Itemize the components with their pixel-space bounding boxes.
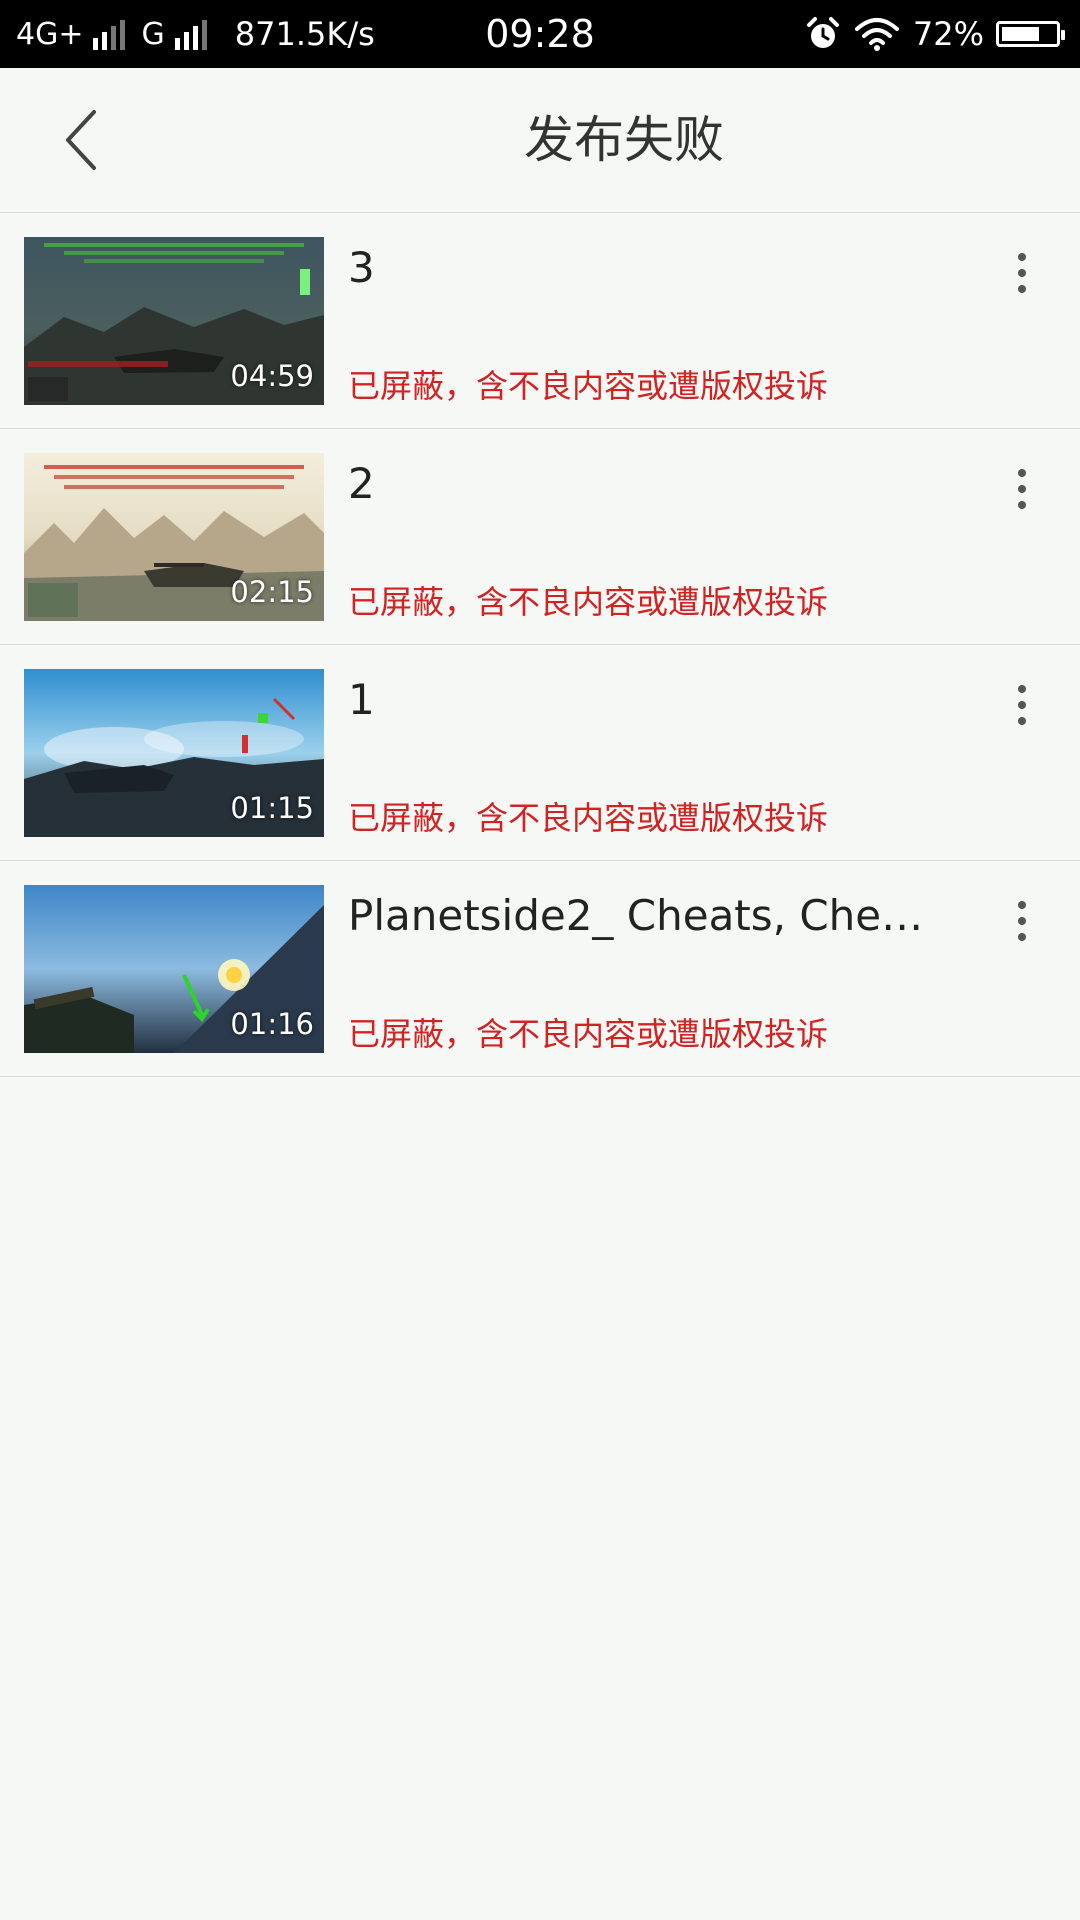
video-thumbnail[interactable]: 04:59	[24, 237, 324, 405]
video-thumbnail[interactable]: 02:15	[24, 453, 324, 621]
list-item[interactable]: 02:15 2 已屏蔽，含不良内容或遭版权投诉	[0, 429, 1080, 645]
list-item[interactable]: 01:16 Planetside2_ Cheats, Cheats, Cheat…	[0, 861, 1080, 1077]
more-dot	[1018, 501, 1026, 509]
more-dot	[1018, 285, 1026, 293]
more-dot	[1018, 469, 1026, 477]
battery-fill	[1002, 27, 1040, 41]
video-thumbnail[interactable]: 01:16	[24, 885, 324, 1053]
wifi-icon	[854, 17, 899, 51]
more-options-button[interactable]	[1000, 455, 1044, 523]
more-dot	[1018, 917, 1026, 925]
video-title: 2	[348, 459, 375, 508]
more-options-button[interactable]	[1000, 887, 1044, 955]
list-item[interactable]: 04:59 3 已屏蔽，含不良内容或遭版权投诉	[0, 213, 1080, 429]
battery-percent: 72%	[912, 15, 984, 53]
battery-icon	[996, 21, 1065, 47]
alarm-icon	[805, 16, 841, 52]
header: 发布失败	[0, 68, 1080, 213]
more-dot	[1018, 901, 1026, 909]
video-title: 3	[348, 243, 375, 292]
more-dot	[1018, 485, 1026, 493]
video-duration: 01:16	[230, 1007, 314, 1041]
video-title: 1	[348, 675, 375, 724]
blocked-status: 已屏蔽，含不良内容或遭版权投诉	[348, 799, 829, 837]
more-dot	[1018, 717, 1026, 725]
video-thumbnail[interactable]: 01:15	[24, 669, 324, 837]
more-dot	[1018, 685, 1026, 693]
video-duration: 01:15	[230, 791, 314, 825]
video-list: 04:59 3 已屏蔽，含不良内容或遭版权投诉 02:15 2 已屏蔽，含不良内…	[0, 213, 1080, 1077]
more-options-button[interactable]	[1000, 239, 1044, 307]
video-title: Planetside2_ Cheats, Cheats, Cheats	[348, 891, 948, 940]
more-dot	[1018, 253, 1026, 261]
more-dot	[1018, 933, 1026, 941]
blocked-status: 已屏蔽，含不良内容或遭版权投诉	[348, 367, 829, 405]
status-bar-right: 72%	[805, 0, 1065, 68]
more-dot	[1018, 269, 1026, 277]
blocked-status: 已屏蔽，含不良内容或遭版权投诉	[348, 1015, 829, 1053]
list-item[interactable]: 01:15 1 已屏蔽，含不良内容或遭版权投诉	[0, 645, 1080, 861]
more-options-button[interactable]	[1000, 671, 1044, 739]
blocked-status: 已屏蔽，含不良内容或遭版权投诉	[348, 583, 829, 621]
video-duration: 02:15	[230, 575, 314, 609]
status-bar: 4G+ G 871.5K/s 09:28 72%	[0, 0, 1080, 68]
more-dot	[1018, 701, 1026, 709]
page-title: 发布失败	[524, 111, 724, 169]
video-duration: 04:59	[230, 359, 314, 393]
